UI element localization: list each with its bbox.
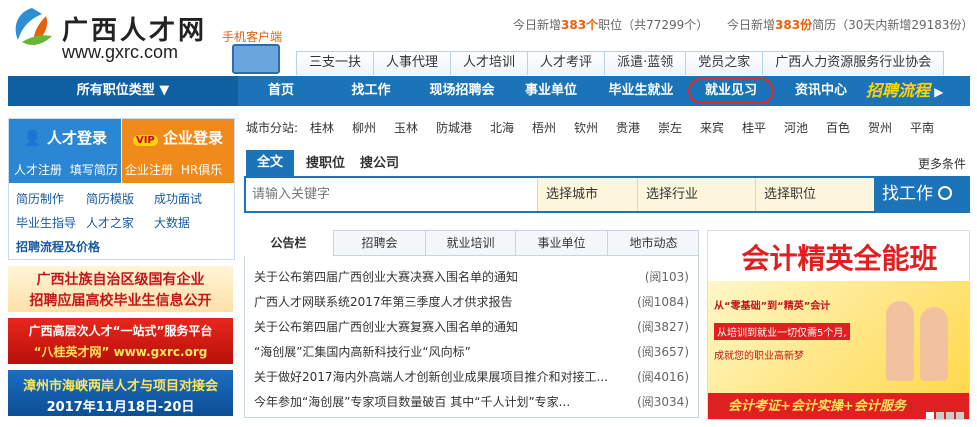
gxrc-logo-icon[interactable]	[8, 6, 56, 48]
search-tab-fulltext[interactable]: 全文	[246, 150, 294, 176]
tab-talent-assessment[interactable]: 人才考评	[527, 51, 606, 75]
tab-hr-association[interactable]: 广西人力资源服务行业协会	[762, 51, 945, 75]
notice-item[interactable]: 广西人才网联系统2017年第三季度人才供求报告	[254, 293, 513, 310]
city-link[interactable]: 河池	[784, 119, 808, 136]
read-count: (阅1084)	[637, 295, 689, 309]
ad-line3: 成就您的职业高新梦	[714, 351, 804, 362]
city-link[interactable]: 梧州	[532, 119, 556, 136]
nav-graduate-employment[interactable]: 毕业生就业	[600, 76, 682, 106]
select-industry[interactable]: 选择行业	[637, 178, 755, 211]
read-count: (阅3657)	[637, 345, 689, 359]
city-link[interactable]: 防城港	[436, 119, 472, 136]
city-link[interactable]: 桂林	[310, 119, 334, 136]
city-link[interactable]: 桂平	[742, 119, 766, 136]
talent-login-button[interactable]: 👤 人才登录	[9, 119, 121, 157]
select-position[interactable]: 选择职位	[755, 178, 874, 211]
nav-news-center[interactable]: 资讯中心	[784, 76, 858, 106]
quick-links: 简历制作 简历模版 成功面试 毕业生指导 人才之家 大数据 招聘流程及价格	[16, 190, 236, 260]
vip-badge: VIP	[132, 135, 158, 146]
service-tabs: 三支一扶 人事代理 人才培训 人才考评 派遣·蓝领 党员之家 广西人力资源服务行…	[296, 51, 945, 75]
city-link[interactable]: 平南	[910, 119, 934, 136]
city-link[interactable]: 北海	[490, 119, 514, 136]
tab-sanzhiyifu[interactable]: 三支一扶	[296, 51, 375, 75]
graduate-guide-link[interactable]: 毕业生指导	[16, 214, 76, 231]
city-branches-label: 城市分站:	[246, 121, 299, 135]
nav-home[interactable]: 首页	[252, 76, 310, 106]
talent-register-link[interactable]: 人才注册	[14, 163, 62, 177]
nav-job-fair[interactable]: 现场招聘会	[420, 76, 504, 106]
big-data-link[interactable]: 大数据	[154, 214, 190, 231]
mobile-client-link[interactable]: 手机客户端	[222, 28, 282, 45]
ad-line1: 从“零基础”到“精英”会计	[714, 301, 831, 312]
talent-links: 人才注册 填写简历	[9, 157, 121, 183]
notice-item[interactable]: “海创展”汇集国内高新科技行业“风向标”	[254, 343, 471, 360]
job-count: 383个	[561, 18, 599, 32]
resume-make-link[interactable]: 简历制作	[16, 190, 64, 207]
tab-talent-training[interactable]: 人才培训	[450, 51, 529, 75]
carousel-dots[interactable]	[926, 409, 964, 419]
nav-recruitment-process[interactable]: 招聘流程 ▶	[866, 76, 943, 106]
resume-count: 383份	[775, 18, 813, 32]
person-illustration	[886, 301, 914, 381]
city-link[interactable]: 柳州	[352, 119, 376, 136]
city-link[interactable]: 钦州	[574, 119, 598, 136]
highlight-circle	[688, 78, 774, 104]
interview-link[interactable]: 成功面试	[154, 190, 202, 207]
tab-employment-training[interactable]: 就业培训	[426, 230, 516, 256]
banner-zhangzhou-fair[interactable]: 漳州市海峡两岸人才与项目对接会 2017年11月18日-20日	[8, 370, 233, 416]
nav-public-institution[interactable]: 事业单位	[516, 76, 586, 106]
city-link[interactable]: 贵港	[616, 119, 640, 136]
job-stats: 今日新增383个职位（共77299个）	[513, 18, 709, 32]
talent-home-link[interactable]: 人才之家	[86, 214, 134, 231]
accounting-course-ad[interactable]: 会计精英全能班 从“零基础”到“精英”会计 从培训到就业一切仅需5个月, 成就您…	[707, 230, 970, 420]
tab-job-fairs[interactable]: 招聘会	[334, 230, 426, 256]
recruit-price-link[interactable]: 招聘流程及价格	[16, 238, 100, 255]
city-link[interactable]: 玉林	[394, 119, 418, 136]
resume-stats: 今日新增383份简历（30天内新增29183份）	[727, 18, 974, 32]
job-category-dropdown[interactable]: 所有职位类型 ▼	[8, 76, 238, 106]
read-count: (阅4016)	[637, 370, 689, 384]
fill-resume-link[interactable]: 填写简历	[70, 163, 118, 177]
search-tab-company[interactable]: 搜公司	[360, 152, 399, 176]
notice-item[interactable]: 今年参加“海创展”专家项目数量破百 其中“千人计划”专家...	[254, 393, 570, 410]
search-icon	[938, 186, 953, 200]
read-count: (阅3827)	[637, 320, 689, 334]
caret-down-icon: ▼	[159, 83, 170, 98]
tab-party-member[interactable]: 党员之家	[685, 51, 764, 75]
city-link[interactable]: 来宾	[700, 119, 724, 136]
resume-template-link[interactable]: 简历模版	[86, 190, 134, 207]
user-icon: 👤	[23, 129, 42, 147]
tab-announcements[interactable]: 公告栏	[244, 230, 334, 256]
more-conditions-link[interactable]: 更多条件	[918, 155, 966, 172]
city-link[interactable]: 崇左	[658, 119, 682, 136]
read-count: (阅3034)	[637, 395, 689, 409]
notice-item[interactable]: 关于公布第四届广西创业大赛复赛入围名单的通知	[254, 318, 518, 335]
ad-line2: 从培训到就业一切仅需5个月,	[714, 323, 850, 340]
tab-public-institutions[interactable]: 事业单位	[516, 230, 608, 256]
tab-dispatch-bluecollar[interactable]: 派遣·蓝领	[604, 51, 687, 75]
nav-find-job[interactable]: 找工作	[340, 76, 402, 106]
notice-item[interactable]: 关于公布第四届广西创业大赛决赛入围名单的通知	[254, 268, 518, 285]
keyword-input[interactable]	[246, 178, 536, 211]
phone-icon[interactable]	[232, 44, 280, 74]
company-register-link[interactable]: 企业注册	[125, 163, 173, 177]
person-illustration	[920, 307, 948, 381]
search-tab-job[interactable]: 搜职位	[306, 152, 345, 176]
banner-state-enterprise[interactable]: 广西壮族自治区级国有企业 招聘应届高校毕业生信息公开	[8, 266, 233, 312]
ad-title: 会计精英全能班	[741, 242, 938, 275]
tab-personnel-agency[interactable]: 人事代理	[373, 51, 452, 75]
tab-city-news[interactable]: 地市动态	[608, 230, 699, 256]
read-count: (阅103)	[644, 270, 689, 284]
notice-item[interactable]: 关于做好2017海内外高端人才创新创业成果展项目推介和对接工...	[254, 368, 608, 385]
company-login-button[interactable]: VIP 企业登录	[122, 119, 234, 157]
site-url[interactable]: www.gxrc.com	[62, 42, 178, 63]
company-links: 企业注册 HR俱乐部	[122, 157, 234, 203]
find-job-button[interactable]: 找工作	[874, 176, 970, 213]
arrow-right-icon: ▶	[930, 85, 944, 99]
city-link[interactable]: 百色	[826, 119, 850, 136]
select-city[interactable]: 选择城市	[537, 178, 637, 211]
city-link[interactable]: 贺州	[868, 119, 892, 136]
banner-bagui-talent[interactable]: 广西高层次人才“一站式”服务平台 “八桂英才网” www.gxrc.org	[8, 318, 233, 364]
